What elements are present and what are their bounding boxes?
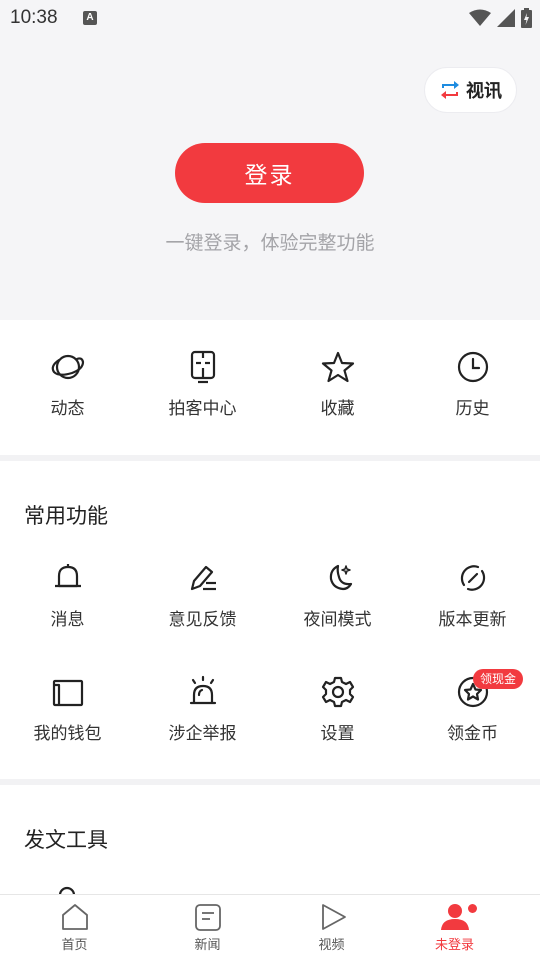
home-icon [61,904,88,930]
quick-item-dynamic[interactable]: 动态 [0,350,135,419]
function-item-label: 消息 [50,610,85,630]
publishing-tools-card: 发文工具 [0,785,540,895]
function-item-label: 版本更新 [438,610,507,630]
tab-home[interactable]: 首页 [7,903,142,953]
function-item-messages[interactable]: 消息 [0,561,135,630]
tab-video[interactable]: 视频 [264,903,399,953]
quick-actions-card: 动态 拍客中心 收藏 历史 [0,320,540,455]
planet-icon [51,354,84,380]
status-time: 10:38 [10,7,58,28]
shixun-logo-icon [441,81,459,99]
wallet-icon [52,679,83,707]
function-item-label: 涉企举报 [168,724,237,744]
login-hint: 一键登录，体验完整功能 [165,232,375,254]
common-functions-title: 常用功能 [24,504,108,528]
status-bar: 10:38 A [0,0,540,36]
status-icons [469,8,532,28]
function-item-night-mode[interactable]: 夜间模式 [270,561,405,630]
common-functions-card: 常用功能 消息 意见反馈 夜间模式 版本更新 我的钱包 涉企举报 设置 领金币 … [0,461,540,779]
refresh-icon [460,565,485,591]
clock-icon [457,351,488,383]
publishing-tools-title: 发文工具 [24,828,108,852]
alarm-siren-icon [189,675,216,705]
tab-news[interactable]: 新闻 [140,903,275,953]
quick-item-label: 收藏 [320,399,355,419]
play-icon [321,904,346,930]
battery-icon [521,8,532,28]
tab-label: 未登录 [434,938,474,953]
quick-item-favorites[interactable]: 收藏 [270,350,405,419]
wifi-icon [469,9,491,26]
moon-icon [329,564,352,591]
edit-pen-icon [190,565,216,591]
shixun-label: 视讯 [466,81,502,102]
news-icon [194,904,221,931]
quick-item-label: 拍客中心 [168,399,237,419]
quick-item-label: 历史 [455,399,490,419]
login-header: 视讯 登录 一键登录，体验完整功能 [0,36,540,320]
notification-dot [468,904,477,913]
tab-profile[interactable]: 未登录 [387,903,522,953]
function-item-enterprise-report[interactable]: 涉企举报 [135,675,270,744]
function-item-label: 设置 [320,724,355,744]
function-item-update[interactable]: 版本更新 [405,561,540,630]
shixun-button[interactable]: 视讯 [424,67,517,113]
function-item-label: 我的钱包 [33,724,102,744]
function-item-settings[interactable]: 设置 [270,675,405,744]
tab-label: 新闻 [194,938,221,953]
tab-label: 首页 [61,938,88,953]
camera-device-icon [190,350,215,384]
function-item-label: 夜间模式 [303,610,372,630]
gear-icon [321,676,354,708]
login-button[interactable]: 登录 [175,143,364,203]
quick-item-history[interactable]: 历史 [405,350,540,419]
cash-reward-badge: 领现金 [473,669,524,689]
function-item-feedback[interactable]: 意见反馈 [135,561,270,630]
bottom-tab-bar: 首页 新闻 视频 未登录 [0,894,540,960]
quick-item-paike-center[interactable]: 拍客中心 [135,350,270,419]
cell-signal-icon [497,9,515,27]
function-item-label: 领金币 [447,724,498,744]
quick-item-label: 动态 [50,399,85,419]
bell-icon [54,564,81,588]
function-item-label: 意见反馈 [168,610,237,630]
star-icon [321,351,354,383]
function-item-wallet[interactable]: 我的钱包 [0,675,135,744]
notification-a-icon: A [83,11,97,25]
tab-label: 视频 [318,938,345,953]
user-icon [440,904,469,930]
